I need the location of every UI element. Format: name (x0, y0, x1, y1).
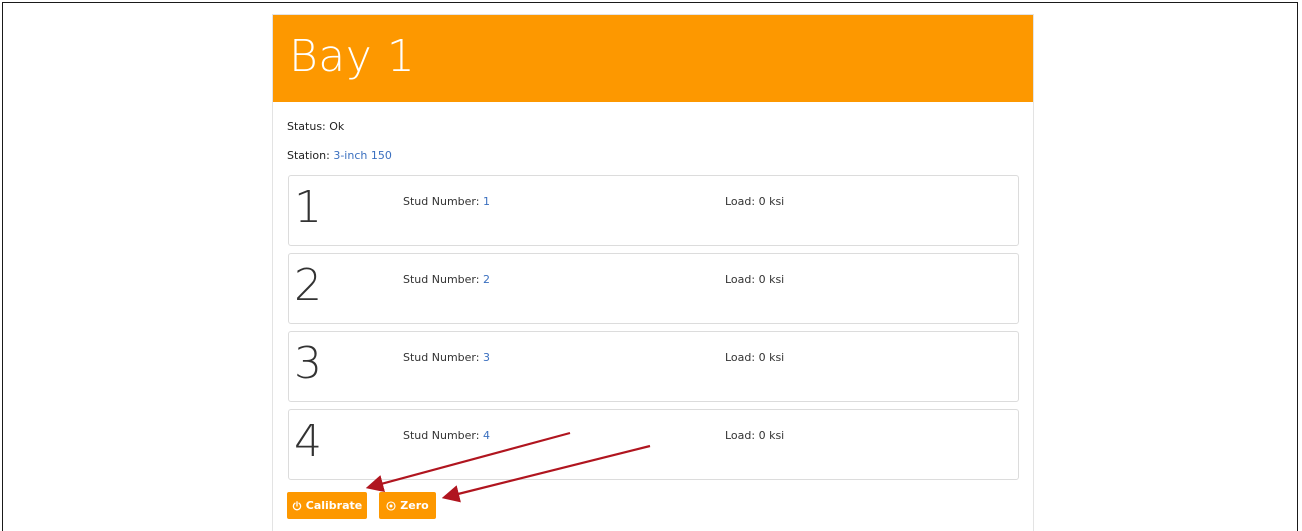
status-label: Status: (287, 120, 326, 133)
stud-number-value: 4 (482, 429, 490, 442)
stud-number-label: Stud Number: (403, 351, 480, 364)
status-value: Ok (329, 120, 345, 133)
bay-card: Bay 1 Status: Ok Station: 3-inch 150 1 S… (272, 14, 1034, 531)
target-circle-icon (386, 500, 396, 511)
stud-number-value: 2 (482, 273, 490, 286)
stud-card-3: 3 Stud Number: 3 Load: 0 ksi (288, 331, 1019, 402)
stud-number-value: 1 (482, 195, 490, 208)
status-line: Status: Ok (287, 120, 344, 134)
load-value: Load: 0 ksi (725, 429, 785, 442)
stud-card-2: 2 Stud Number: 2 Load: 0 ksi (288, 253, 1019, 324)
power-icon (292, 500, 302, 511)
stud-card-4: 4 Stud Number: 4 Load: 0 ksi (288, 409, 1019, 480)
load-value: Load: 0 ksi (725, 351, 785, 364)
stud-number-value: 3 (482, 351, 490, 364)
stud-index: 3 (294, 338, 322, 389)
stud-number-line: Stud Number: 4 (403, 429, 490, 443)
stud-index: 4 (294, 416, 322, 467)
stud-number-line: Stud Number: 1 (403, 195, 490, 209)
stud-number-line: Stud Number: 2 (403, 273, 490, 287)
stud-number-label: Stud Number: (403, 195, 480, 208)
load-value: Load: 0 ksi (725, 273, 785, 286)
stud-number-line: Stud Number: 3 (403, 351, 490, 365)
bay-title: Bay 1 (289, 31, 416, 82)
stud-number-label: Stud Number: (403, 429, 480, 442)
calibrate-label: Calibrate (305, 499, 363, 512)
station-label: Station: (287, 149, 330, 162)
station-line: Station: 3-inch 150 (287, 149, 392, 163)
load-value: Load: 0 ksi (725, 195, 785, 208)
calibrate-button[interactable]: Calibrate (287, 492, 367, 519)
bay-header: Bay 1 (273, 15, 1033, 102)
station-link[interactable]: 3-inch 150 (333, 149, 392, 162)
stud-card-1: 1 Stud Number: 1 Load: 0 ksi (288, 175, 1019, 246)
zero-button[interactable]: Zero (379, 492, 436, 519)
stud-number-label: Stud Number: (403, 273, 480, 286)
stud-index: 2 (294, 260, 322, 311)
zero-label: Zero (400, 499, 429, 512)
stud-index: 1 (294, 182, 322, 233)
